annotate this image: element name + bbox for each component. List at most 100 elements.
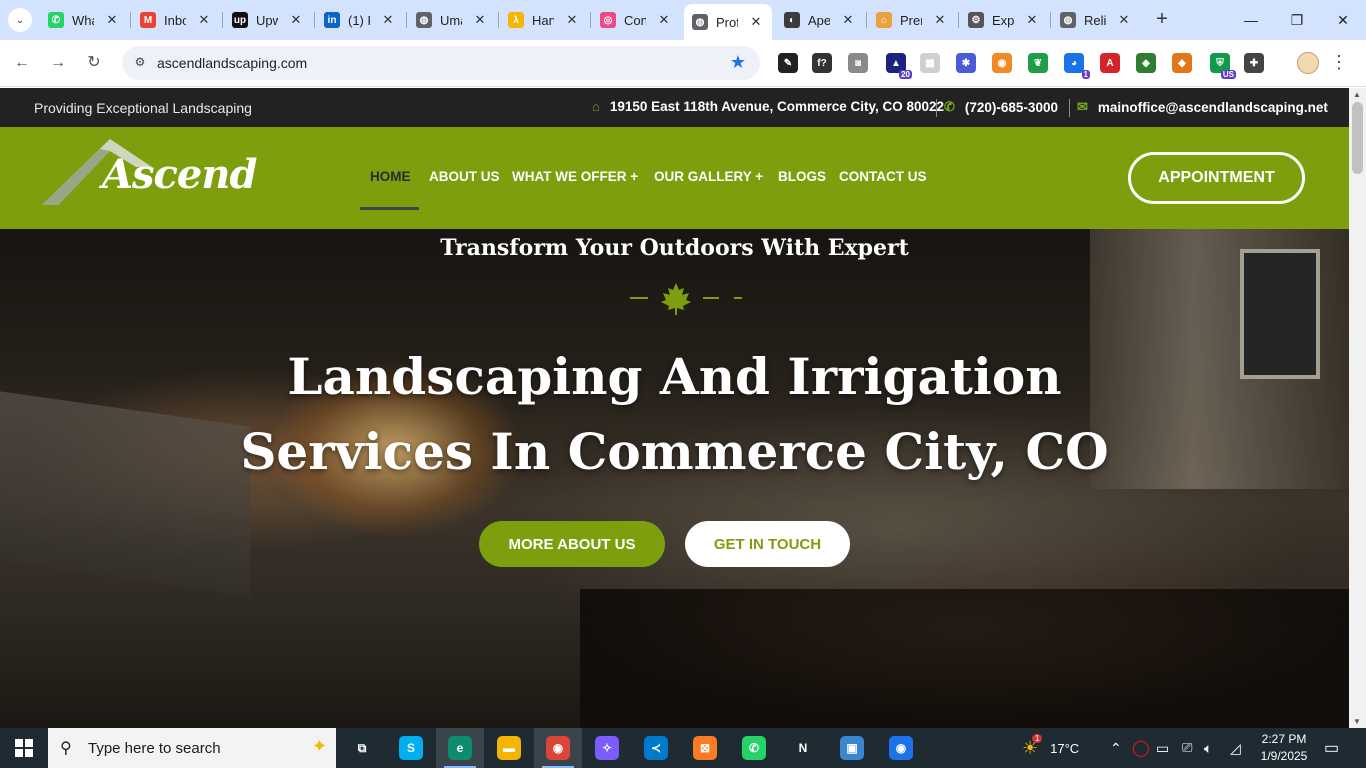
nav-about-us[interactable]: ABOUT US (429, 169, 500, 184)
browser-tab[interactable]: ⚙ Expl ✕ (960, 4, 1048, 36)
browser-tab[interactable]: ✆ Wha ✕ (40, 4, 128, 36)
tab-search-chevron-icon[interactable]: ⌄ (8, 8, 32, 32)
browser-tab[interactable]: ◍ Prof ✕ (684, 4, 772, 40)
ext-acrobat-icon[interactable]: A (1100, 53, 1120, 73)
scrollbar-thumb[interactable] (1352, 102, 1363, 174)
close-tab-icon[interactable]: ✕ (1024, 12, 1040, 28)
tray-chevron-icon[interactable]: ⌃ (1110, 728, 1122, 768)
phone-contact[interactable]: ✆ (720)-685-3000 (944, 99, 1058, 115)
tab-title: Uma (440, 12, 462, 28)
ext-android-icon[interactable]: ◈ (1136, 53, 1156, 73)
battery-icon[interactable]: ▭ (1156, 728, 1169, 768)
browser-tab[interactable]: M Inbo ✕ (132, 4, 220, 36)
address-contact: ⌂ 19150 East 118th Avenue, Commerce City… (592, 99, 944, 114)
hero-kicker: Transform Your Outdoors With Expert (440, 235, 909, 261)
close-tab-icon[interactable]: ✕ (656, 12, 672, 28)
site-settings-icon[interactable]: ⚙ (132, 55, 148, 71)
taskbar-search-placeholder[interactable]: Type here to search (88, 740, 221, 757)
volume-icon[interactable]: 🔈︎ (1204, 728, 1212, 768)
close-tab-icon[interactable]: ✕ (564, 12, 580, 28)
ext-dropper-icon[interactable]: ✎ (778, 53, 798, 73)
forward-arrow-icon[interactable]: → (46, 51, 70, 75)
browser-tab[interactable]: ◐ Ape ✕ (776, 4, 864, 36)
browser-tab[interactable]: ⌂ Prer ✕ (868, 4, 956, 36)
close-tab-icon[interactable]: ✕ (932, 12, 948, 28)
taskbar-app[interactable]: ✆ (730, 728, 778, 768)
page-scrollbar[interactable]: ▲ ▼ (1349, 88, 1366, 728)
taskbar-app[interactable]: ≺ (632, 728, 680, 768)
bookmark-star-icon[interactable]: ★ (730, 52, 746, 73)
network-device-icon[interactable]: ⎚ (1182, 728, 1192, 768)
ext-camera-icon[interactable]: ◙ (848, 53, 868, 73)
close-tab-icon[interactable]: ✕ (840, 12, 856, 28)
weather-widget[interactable]: ☀ 1 17°C (1022, 728, 1079, 768)
close-tab-icon[interactable]: ✕ (288, 12, 304, 28)
browser-tab[interactable]: ◎ Con ✕ (592, 4, 680, 36)
nav-what-we-offer[interactable]: WHAT WE OFFER + (512, 169, 638, 184)
maximize-button[interactable]: ❐ (1274, 0, 1320, 40)
wifi-icon[interactable]: ◿ (1230, 728, 1241, 768)
taskbar-app[interactable]: ⊠ (681, 728, 729, 768)
email-text[interactable]: mainoffice@ascendlandscaping.net (1098, 100, 1328, 115)
phone-text[interactable]: (720)-685-3000 (965, 100, 1058, 115)
taskbar-app[interactable]: ▬ (485, 728, 533, 768)
tab-title: Prof (716, 14, 738, 30)
close-tab-icon[interactable]: ✕ (1116, 12, 1132, 28)
ext-fox-icon[interactable]: ◆ (1172, 53, 1192, 73)
nav-home[interactable]: HOME (370, 169, 411, 184)
close-tab-icon[interactable]: ✕ (472, 12, 488, 28)
close-tab-icon[interactable]: ✕ (104, 12, 120, 28)
taskbar-app[interactable]: ⧉ (338, 728, 386, 768)
notification-icon[interactable]: ▭ (1324, 728, 1339, 768)
ext-chrome-icon[interactable]: ◕ 1 (1064, 53, 1090, 79)
ext-school-icon[interactable]: ▲ 20 (886, 53, 912, 79)
email-contact[interactable]: ✉ mainoffice@ascendlandscaping.net (1077, 99, 1328, 115)
ext-vpn-icon[interactable]: ⛨ US (1210, 53, 1236, 79)
browser-tab[interactable]: up Upw ✕ (224, 4, 312, 36)
taskbar-app[interactable]: ◉ (877, 728, 925, 768)
close-tab-icon[interactable]: ✕ (196, 12, 212, 28)
close-window-button[interactable]: ✕ (1320, 0, 1366, 40)
close-tab-icon[interactable]: ✕ (748, 14, 764, 30)
nav-contact-us[interactable]: CONTACT US (839, 169, 927, 184)
nav-our-gallery[interactable]: OUR GALLERY + (654, 169, 763, 184)
get-in-touch-button[interactable]: GET IN TOUCH (685, 521, 850, 567)
clock[interactable]: 2:27 PM 1/9/2025 (1256, 731, 1312, 765)
reload-icon[interactable]: ↻ (82, 51, 106, 75)
minimize-button[interactable]: — (1228, 0, 1274, 40)
back-arrow-icon[interactable]: ← (10, 51, 34, 75)
ext-grid-icon[interactable]: ▦ (920, 53, 940, 73)
scroll-up-arrow-icon[interactable]: ▲ (1353, 90, 1361, 99)
browser-tab[interactable]: in (1) F ✕ (316, 4, 404, 36)
taskbar-app[interactable]: e (436, 728, 484, 768)
profile-avatar[interactable] (1297, 52, 1319, 74)
more-about-us-button[interactable]: MORE ABOUT US (479, 521, 665, 567)
address-bar[interactable]: ⚙ ascendlandscaping.com ★ (122, 46, 760, 80)
weather-badge: 1 (1032, 733, 1043, 743)
more-menu-icon[interactable]: ⋮ (1330, 52, 1348, 72)
tab-title: Expl (992, 12, 1014, 28)
ext-fontface-icon[interactable]: f? (812, 53, 832, 73)
site-logo[interactable]: Ascend (40, 137, 257, 207)
browser-tab[interactable]: ◍ Uma ✕ (408, 4, 496, 36)
opera-tray-icon[interactable]: ◯ (1132, 728, 1150, 768)
new-tab-button[interactable]: + (1150, 8, 1174, 32)
nav-blogs[interactable]: BLOGS (778, 169, 826, 184)
ext-leaf-icon[interactable]: ❦ (1028, 53, 1048, 73)
taskbar-search[interactable]: ⚲ Type here to search ✦ (48, 728, 336, 768)
appointment-button[interactable]: APPOINTMENT (1128, 152, 1305, 204)
ext-box-icon[interactable]: ◉ (992, 53, 1012, 73)
browser-tab[interactable]: ◍ Relia ✕ (1052, 4, 1140, 36)
taskbar-app[interactable]: N (779, 728, 827, 768)
taskbar-app[interactable]: ✧ (583, 728, 631, 768)
ext-puzzle-icon[interactable]: ✚ (1244, 53, 1264, 73)
url-text[interactable]: ascendlandscaping.com (157, 55, 307, 71)
ext-asterisk-icon[interactable]: ✱ (956, 53, 976, 73)
taskbar-app[interactable]: ◉ (534, 728, 582, 768)
start-button[interactable] (0, 728, 48, 768)
taskbar-app[interactable]: S (387, 728, 435, 768)
close-tab-icon[interactable]: ✕ (380, 12, 396, 28)
taskbar-app[interactable]: ▣ (828, 728, 876, 768)
browser-tab[interactable]: λ Harv ✕ (500, 4, 588, 36)
scroll-down-arrow-icon[interactable]: ▼ (1353, 717, 1361, 726)
